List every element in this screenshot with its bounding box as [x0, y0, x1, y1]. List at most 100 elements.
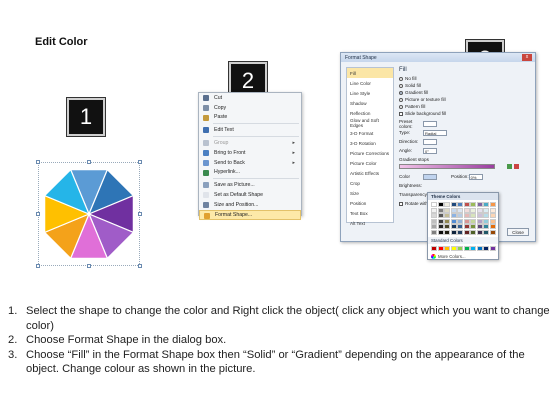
octagon-pie-shape[interactable] [39, 163, 139, 265]
color-swatch[interactable] [463, 224, 470, 229]
menu-item-send-to-back[interactable]: Send to Back ▸ [199, 158, 301, 168]
color-swatch[interactable] [431, 207, 437, 213]
fill-option-radio[interactable] [399, 76, 403, 81]
color-swatch[interactable] [483, 245, 489, 251]
color-swatch[interactable] [431, 202, 437, 207]
resize-handle[interactable] [36, 212, 40, 216]
color-swatch[interactable] [450, 213, 457, 218]
color-swatch[interactable] [457, 202, 463, 207]
nav-item-glow-and-soft-edges[interactable]: Glow and Soft Edges [347, 118, 393, 128]
color-swatch[interactable] [444, 202, 450, 207]
color-swatch[interactable] [431, 213, 437, 218]
nav-item-reflection[interactable]: Reflection [347, 108, 393, 118]
color-swatch[interactable] [483, 218, 489, 224]
nav-item-size[interactable]: Size [347, 188, 393, 198]
fill-option-no-fill[interactable]: No fill [399, 75, 531, 82]
color-swatch[interactable] [457, 245, 463, 251]
color-swatch[interactable] [470, 213, 476, 218]
menu-item-bring-to-front[interactable]: Bring to Front ▸ [199, 148, 301, 158]
fill-option-slide-background-fill[interactable]: Slide background fill [399, 110, 531, 117]
color-swatch[interactable] [476, 218, 483, 224]
close-icon[interactable]: x [522, 54, 532, 61]
menu-item-cut[interactable]: Cut [199, 93, 301, 103]
fill-option-radio[interactable] [399, 104, 403, 109]
color-swatch[interactable] [483, 213, 489, 218]
color-swatch[interactable] [470, 245, 476, 251]
color-swatch[interactable] [463, 218, 470, 224]
color-swatch[interactable] [437, 229, 444, 235]
color-swatch[interactable] [463, 245, 470, 251]
color-swatch[interactable] [444, 224, 450, 229]
nav-item-shadow[interactable]: Shadow [347, 98, 393, 108]
color-swatch[interactable] [483, 202, 489, 207]
nav-item-position[interactable]: Position [347, 198, 393, 208]
angle-row[interactable]: Angle: 0° [399, 146, 531, 155]
fill-option-radio[interactable] [399, 97, 403, 102]
color-swatch[interactable] [457, 213, 463, 218]
color-swatch[interactable] [483, 229, 489, 235]
color-swatch[interactable] [457, 224, 463, 229]
nav-item-crop[interactable]: Crop [347, 178, 393, 188]
color-swatch[interactable] [463, 202, 470, 207]
fill-option-pattern-fill[interactable]: Pattern fill [399, 103, 531, 110]
color-swatch[interactable] [444, 207, 450, 213]
color-swatch[interactable] [431, 224, 437, 229]
resize-handle[interactable] [87, 160, 91, 164]
color-swatch[interactable] [489, 224, 496, 229]
color-swatch[interactable] [457, 218, 463, 224]
color-swatch[interactable] [470, 218, 476, 224]
color-swatch[interactable] [437, 218, 444, 224]
resize-handle[interactable] [138, 212, 142, 216]
nav-item-line-style[interactable]: Line Style [347, 88, 393, 98]
color-swatch[interactable] [437, 213, 444, 218]
color-swatch[interactable] [450, 202, 457, 207]
color-swatch[interactable] [450, 245, 457, 251]
nav-item-picture-corrections[interactable]: Picture Corrections [347, 148, 393, 158]
resize-handle[interactable] [138, 160, 142, 164]
type-select[interactable]: Radial [423, 129, 447, 136]
color-swatch[interactable] [463, 229, 470, 235]
rotate-checkbox[interactable] [399, 201, 403, 206]
color-swatch[interactable] [431, 229, 437, 235]
type-row[interactable]: Type: Radial [399, 128, 531, 137]
fill-option-picture-or-texture-fill[interactable]: Picture or texture fill [399, 96, 531, 103]
color-swatch[interactable] [476, 245, 483, 251]
color-swatch[interactable] [489, 245, 496, 251]
color-swatch[interactable] [450, 224, 457, 229]
color-swatch[interactable] [470, 224, 476, 229]
preset-colors-picker[interactable] [423, 120, 437, 127]
resize-handle[interactable] [138, 264, 142, 268]
menu-item-paste[interactable]: Paste [199, 113, 301, 123]
color-swatch[interactable] [476, 224, 483, 229]
menu-item-copy[interactable]: Copy [199, 103, 301, 113]
color-swatch[interactable] [450, 218, 457, 224]
menu-item-edit-text[interactable]: Edit Text [199, 125, 301, 135]
color-swatch[interactable] [444, 218, 450, 224]
direction-picker[interactable] [423, 138, 437, 145]
close-button[interactable]: Close [507, 228, 529, 236]
color-swatch[interactable] [463, 213, 470, 218]
color-swatch[interactable] [483, 224, 489, 229]
nav-item-alt-text[interactable]: Alt Text [347, 218, 393, 228]
color-swatch[interactable] [444, 245, 450, 251]
color-swatch[interactable] [476, 213, 483, 218]
nav-item-picture-color[interactable]: Picture Color [347, 158, 393, 168]
menu-item-format-shape[interactable]: Format Shape... [199, 209, 301, 220]
selected-shape-frame[interactable] [36, 160, 142, 268]
color-swatch[interactable] [476, 229, 483, 235]
color-swatch[interactable] [444, 229, 450, 235]
position-input[interactable]: 0% [468, 173, 483, 180]
menu-item-size-position[interactable]: Size and Position... [199, 200, 301, 210]
menu-item-group[interactable]: Group ▸ [199, 138, 301, 148]
remove-stop-icon[interactable] [514, 164, 519, 169]
color-swatch[interactable] [489, 202, 496, 207]
color-swatch[interactable] [437, 245, 444, 251]
nav-item-artistic-effects[interactable]: Artistic Effects [347, 168, 393, 178]
nav-item-text-box[interactable]: Text Box [347, 208, 393, 218]
brightness-row[interactable]: Brightness: [399, 181, 531, 190]
nav-item-3-d-format[interactable]: 3-D Format [347, 128, 393, 138]
menu-item-save-as-picture[interactable]: Save as Picture... [199, 180, 301, 190]
nav-item-3-d-rotation[interactable]: 3-D Rotation [347, 138, 393, 148]
color-swatch[interactable] [431, 218, 437, 224]
color-swatch[interactable] [470, 207, 476, 213]
